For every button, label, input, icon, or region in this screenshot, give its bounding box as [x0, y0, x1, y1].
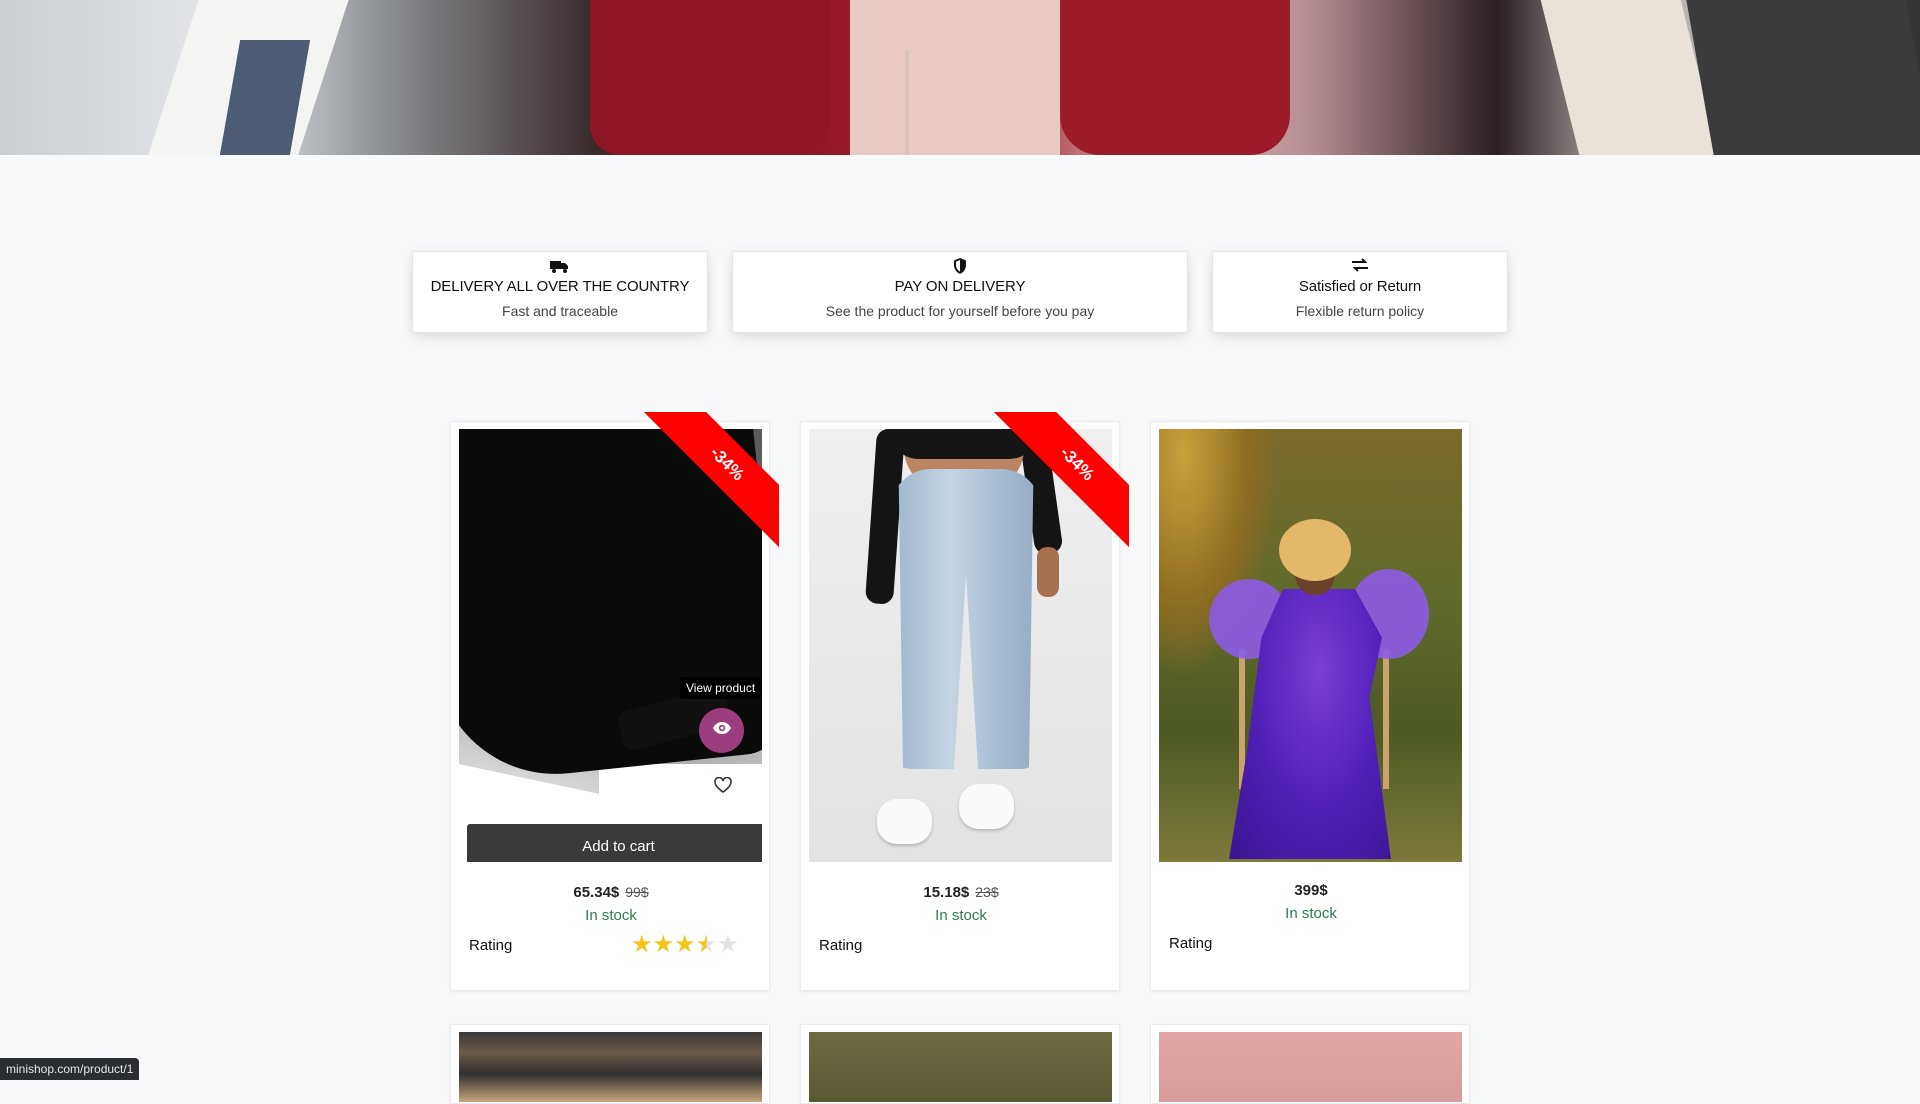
- feature-delivery: DELIVERY ALL OVER THE COUNTRY Fast and t…: [412, 251, 708, 333]
- discount-ribbon: -34%: [979, 412, 1129, 562]
- product-image[interactable]: [1159, 429, 1462, 862]
- feature-title: Satisfied or Return: [1298, 278, 1422, 295]
- feature-subtitle: See the product for yourself before you …: [825, 303, 1095, 319]
- product-card[interactable]: [800, 1024, 1120, 1104]
- delivery-truck-icon: [413, 258, 707, 276]
- old-price: 99$: [625, 884, 649, 900]
- product-image[interactable]: [809, 1032, 1112, 1102]
- product-image[interactable]: [1159, 1032, 1462, 1102]
- current-price: 15.18$: [923, 884, 970, 901]
- view-product-button[interactable]: [699, 708, 744, 753]
- product-card[interactable]: [450, 1024, 770, 1104]
- view-product-tooltip: View product: [680, 677, 762, 699]
- star-half-icon: ★: [695, 931, 718, 958]
- star-rating: ★★★★★: [631, 933, 739, 957]
- discount-ribbon: -34%: [629, 412, 779, 562]
- price: 15.18$ 23$: [801, 884, 1121, 901]
- price: 65.34$ 99$: [451, 884, 771, 901]
- rating-label: Rating: [1169, 935, 1213, 952]
- star-icon: ★: [674, 931, 696, 958]
- product-image[interactable]: [459, 1032, 762, 1102]
- old-price: 23$: [975, 884, 999, 900]
- product-card[interactable]: 399$ In stock Rating: [1150, 421, 1470, 991]
- feature-title: DELIVERY ALL OVER THE COUNTRY: [430, 278, 690, 295]
- feature-subtitle: Flexible return policy: [1295, 303, 1425, 319]
- stock-status: In stock: [585, 907, 637, 924]
- price: 399$: [1151, 882, 1471, 899]
- hero-banner-image: [0, 0, 1920, 155]
- rating-label: Rating: [819, 937, 863, 954]
- stock-status: In stock: [1285, 905, 1337, 922]
- link-status-bar: minishop.com/product/1: [0, 1058, 140, 1080]
- product-card[interactable]: View product Add to cart -34% 65.34$ 99$ …: [450, 412, 779, 991]
- add-to-cart-button[interactable]: Add to cart: [467, 824, 762, 862]
- feature-return: Satisfied or Return Flexible return poli…: [1212, 251, 1508, 333]
- shield-icon: [733, 258, 1187, 276]
- feature-strip: DELIVERY ALL OVER THE COUNTRY Fast and t…: [0, 251, 1920, 333]
- star-empty-icon: ★: [717, 931, 739, 958]
- rating-label: Rating: [469, 937, 513, 954]
- discount-badge: -34%: [990, 412, 1129, 551]
- product-card[interactable]: [1150, 1024, 1470, 1104]
- stock-status: In stock: [935, 907, 987, 924]
- discount-badge: -34%: [640, 412, 779, 551]
- exchange-arrows-icon: [1213, 258, 1507, 276]
- star-icon: ★: [631, 931, 653, 958]
- feature-title: PAY ON DELIVERY: [894, 278, 1026, 295]
- feature-pay-on-delivery: PAY ON DELIVERY See the product for your…: [732, 251, 1188, 333]
- feature-subtitle: Fast and traceable: [502, 303, 618, 319]
- eye-icon: [712, 721, 732, 740]
- current-price: 399$: [1294, 882, 1328, 899]
- star-icon: ★: [652, 931, 675, 958]
- wishlist-heart-icon[interactable]: [713, 775, 733, 795]
- current-price: 65.34$: [573, 884, 620, 901]
- product-card[interactable]: -34% 15.18$ 23$ In stock Rating: [800, 412, 1129, 991]
